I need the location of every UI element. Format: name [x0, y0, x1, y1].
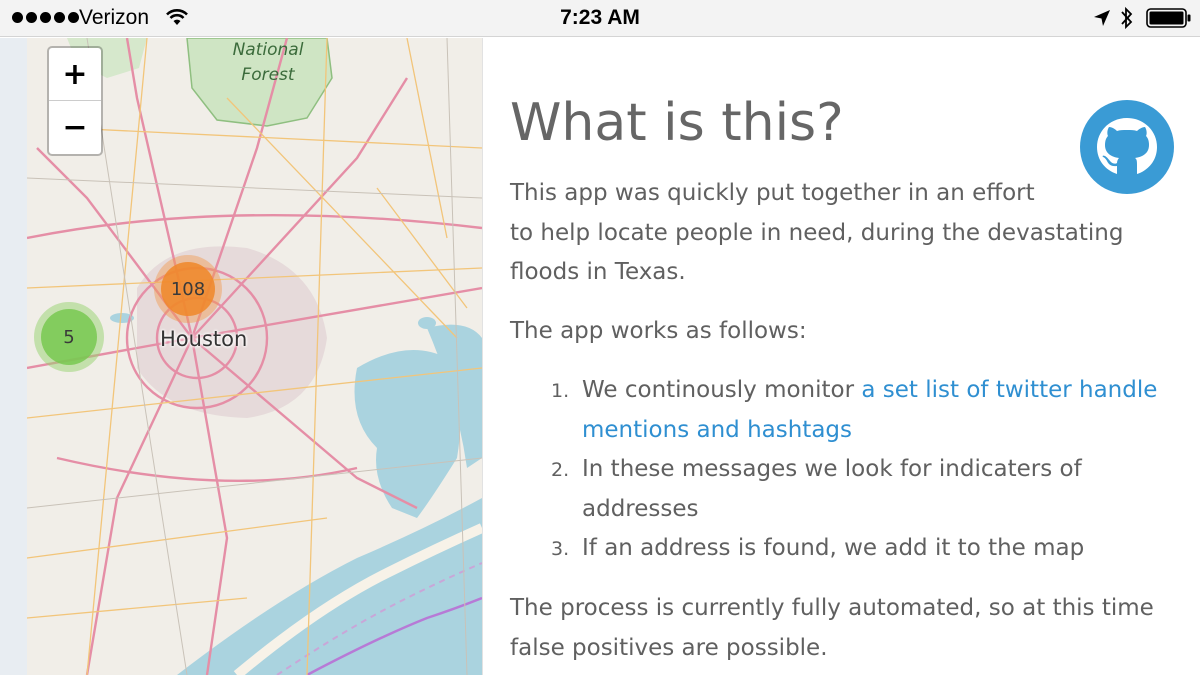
- zoom-control: + −: [47, 46, 103, 156]
- location-arrow-icon: [1094, 10, 1110, 26]
- page-title: What is this?: [510, 93, 844, 153]
- marker-cluster-108[interactable]: 108: [154, 255, 222, 323]
- info-panel: What is this? This app was quickly put t…: [482, 38, 1200, 675]
- left-gutter: [0, 38, 27, 675]
- national-forest-label: National Forest: [232, 40, 304, 85]
- bluetooth-icon: [1121, 6, 1133, 30]
- list-item: 3. If an address is found, we add it to …: [551, 535, 1085, 561]
- steps-list: 1. We continously monitor a set list of …: [541, 371, 1161, 569]
- marker-cluster-5[interactable]: 5: [34, 302, 104, 372]
- intro-paragraph: This app was quickly put together in an …: [510, 180, 1124, 285]
- carrier-name: Verizon: [79, 6, 150, 29]
- cluster-count: 108: [161, 262, 215, 316]
- zoom-in-button[interactable]: +: [49, 48, 101, 101]
- city-label-houston: Houston: [160, 327, 248, 351]
- cluster-count: 5: [41, 309, 97, 365]
- battery-icon: [1146, 8, 1191, 28]
- status-bar: Verizon 7:23 AM: [0, 0, 1200, 37]
- works-heading: The app works as follows:: [510, 318, 807, 344]
- list-item: 1. We continously monitor a set list of …: [551, 377, 1158, 443]
- flood-map[interactable]: National Forest 108 5 Houston + −: [27, 38, 482, 675]
- zoom-out-button[interactable]: −: [49, 101, 101, 154]
- wifi-icon: [166, 9, 188, 25]
- cellular-signal-icon: [12, 12, 79, 23]
- footer-paragraph: The process is currently fully automated…: [510, 595, 1154, 661]
- list-item: 2. In these messages we look for indicat…: [551, 456, 1082, 522]
